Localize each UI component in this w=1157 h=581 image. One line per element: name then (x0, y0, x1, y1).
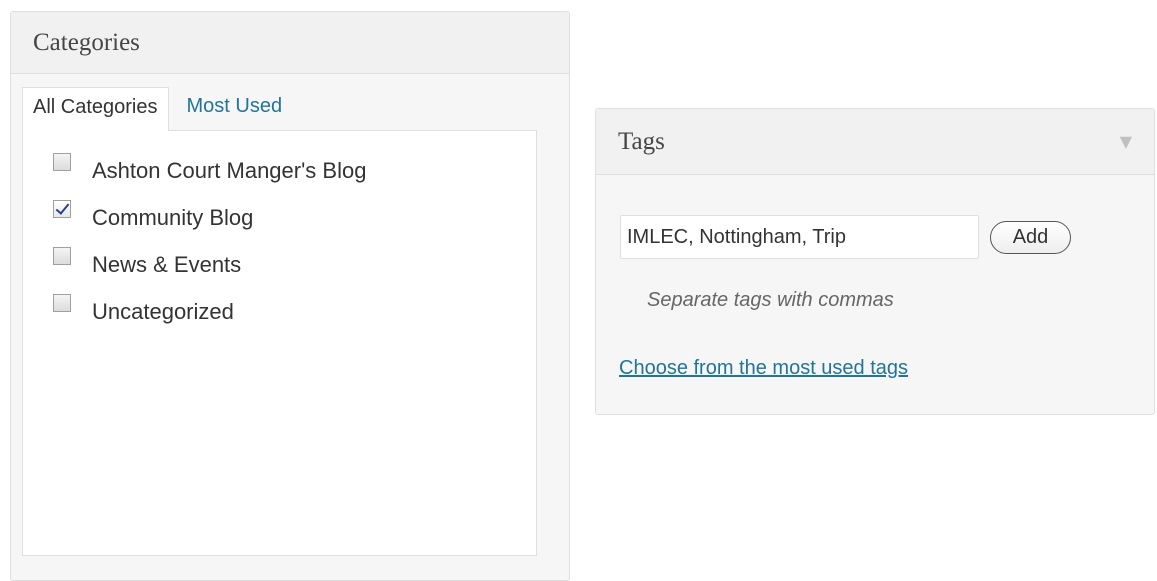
most-used-tags-link[interactable]: Choose from the most used tags (619, 357, 908, 380)
tags-title-bar[interactable]: Tags ▼ (596, 109, 1154, 175)
triangle-down-icon[interactable]: ▼ (1120, 109, 1132, 175)
category-label: News & Events (92, 252, 242, 277)
add-tag-button[interactable]: Add (990, 221, 1071, 254)
tab-most-used[interactable]: Most Used (169, 87, 293, 131)
category-checklist-panel: Ashton Court Manger's Blog Community Blo… (22, 130, 537, 556)
category-label: Ashton Court Manger's Blog (92, 158, 367, 183)
new-tag-input[interactable] (620, 215, 979, 259)
category-checkbox-ashton-court[interactable] (53, 153, 71, 171)
category-checkbox-news-events[interactable] (53, 247, 71, 265)
category-item-uncategorized[interactable]: Uncategorized (53, 292, 366, 339)
category-label: Uncategorized (92, 299, 234, 324)
category-label: Community Blog (92, 205, 254, 230)
tab-all-categories[interactable]: All Categories (22, 87, 169, 131)
tags-title: Tags (618, 128, 665, 155)
category-checkbox-community-blog[interactable] (53, 200, 71, 218)
category-checkbox-uncategorized[interactable] (53, 294, 71, 312)
category-item-community-blog[interactable]: Community Blog (53, 198, 366, 245)
category-item-news-events[interactable]: News & Events (53, 245, 366, 292)
tags-hint: Separate tags with commas (647, 289, 894, 311)
tags-box: Tags ▼ Add Separate tags with commas Cho… (595, 108, 1155, 415)
categories-title: Categories (11, 12, 569, 74)
category-item-ashton-court[interactable]: Ashton Court Manger's Blog (53, 151, 366, 198)
category-checklist: Ashton Court Manger's Blog Community Blo… (53, 151, 366, 339)
category-tabs: All Categories Most Used (22, 87, 292, 131)
